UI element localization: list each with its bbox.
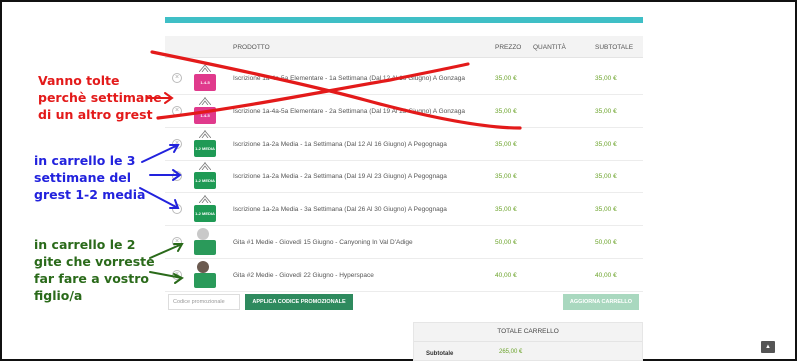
- divider: [414, 341, 642, 342]
- annotation-blue: in carrello le 3 settimane del grest 1-2…: [34, 153, 146, 202]
- remove-icon[interactable]: ×: [172, 73, 182, 83]
- tent-icon: [199, 162, 211, 170]
- remove-icon[interactable]: ×: [172, 139, 182, 149]
- column-product: PRODOTTO: [233, 44, 270, 51]
- product-name[interactable]: Iscrizione 1a-2a Media - 3a Settimana (D…: [233, 206, 447, 213]
- product-name[interactable]: Iscrizione 1a-2a Media - 1a Settimana (D…: [233, 141, 447, 148]
- cart-row: × 1-2 MEDIA Iscrizione 1a-2a Media - 3a Se…: [165, 193, 643, 226]
- product-thumbnail[interactable]: 1-2 MEDIA: [192, 130, 218, 159]
- annotation-red: Vanno tolte perchè settimane di un altro…: [38, 73, 162, 122]
- page-accent-bar: [165, 17, 643, 23]
- product-price: 40,00 €: [495, 272, 517, 279]
- column-quantity: QUANTITÀ: [533, 44, 566, 51]
- product-thumbnail[interactable]: 1-2 MEDIA: [192, 195, 218, 224]
- subtotal-value: 265,00 €: [499, 349, 523, 355]
- remove-icon[interactable]: ×: [172, 270, 182, 280]
- remove-icon[interactable]: ×: [172, 106, 182, 116]
- product-price: 35,00 €: [495, 173, 517, 180]
- product-price: 50,00 €: [495, 239, 517, 246]
- tent-icon: [199, 130, 211, 138]
- remove-icon[interactable]: ×: [172, 237, 182, 247]
- product-subtotal: 35,00 €: [595, 173, 617, 180]
- apply-coupon-button[interactable]: APPLICA CODICE PROMOZIONALE: [245, 294, 353, 310]
- trip-photo: [197, 261, 209, 273]
- product-name[interactable]: Iscrizione 1a-2a Media - 2a Settimana (D…: [233, 173, 447, 180]
- cart-row: × 1-2 MEDIA Iscrizione 1a-2a Media - 2a Se…: [165, 160, 643, 193]
- column-subtotal: SUBTOTALE: [595, 44, 634, 51]
- product-name[interactable]: Iscrizione 1a-4a-5a Elementare - 2a Sett…: [233, 108, 465, 115]
- product-price: 35,00 €: [495, 75, 517, 82]
- product-thumbnail[interactable]: 1-2 MEDIA: [192, 162, 218, 191]
- cart-row: × Gita #1 Medie - Giovedì 15 Giugno - Can…: [165, 226, 643, 259]
- tent-icon: [199, 195, 211, 203]
- trip-badge: [194, 240, 216, 255]
- product-thumbnail[interactable]: 1-4-5 ELEMENTARE: [192, 97, 221, 135]
- annotation-green: in carrello le 2 gite che vorreste far f…: [34, 237, 155, 303]
- product-price: 35,00 €: [495, 108, 517, 115]
- cart-totals-title: TOTALE CARRELLO: [497, 328, 559, 335]
- tent-icon: [199, 64, 211, 72]
- cart-row: × 1-4-5 ELEMENTARE Iscrizione 1a-4a-5a Ele…: [165, 95, 643, 135]
- product-thumbnail[interactable]: [192, 261, 218, 290]
- product-thumbnail[interactable]: 1-4-5 ELEMENTARE: [192, 64, 221, 102]
- cart-row: × 1-4-5 ELEMENTARE Iscrizione 1a-4a-5a Ele…: [165, 62, 643, 102]
- product-badge: 1-2 MEDIA: [194, 140, 216, 157]
- remove-icon[interactable]: ×: [172, 204, 182, 214]
- cart-table-header: PRODOTTO PREZZO QUANTITÀ SUBTOTALE: [165, 36, 643, 58]
- remove-icon[interactable]: ×: [172, 171, 182, 181]
- product-price: 35,00 €: [495, 206, 517, 213]
- cart-row: × 1-2 MEDIA Iscrizione 1a-2a Media - 1a Se…: [165, 128, 643, 161]
- product-subtotal: 35,00 €: [595, 206, 617, 213]
- product-subtotal: 35,00 €: [595, 75, 617, 82]
- product-badge: 1-4-5 ELEMENTARE: [194, 107, 221, 135]
- column-price: PREZZO: [495, 44, 522, 51]
- product-subtotal: 50,00 €: [595, 239, 617, 246]
- update-cart-button[interactable]: AGGIORNA CARRELLO: [563, 294, 639, 310]
- coupon-input[interactable]: Codice promozionale: [168, 294, 240, 310]
- product-name[interactable]: Gita #2 Medie - Giovedì 22 Giugno - Hype…: [233, 272, 374, 279]
- product-subtotal: 35,00 €: [595, 141, 617, 148]
- cart-row: × Gita #2 Medie - Giovedì 22 Giugno - Hyp…: [165, 259, 643, 292]
- tent-icon: [199, 97, 211, 105]
- cart-totals: TOTALE CARRELLO Subtotale 265,00 €: [413, 322, 643, 361]
- product-name[interactable]: Gita #1 Medie - Giovedì 15 Giugno - Cany…: [233, 239, 413, 246]
- product-badge: 1-2 MEDIA: [194, 205, 216, 222]
- product-badge: 1-4-5 ELEMENTARE: [194, 74, 221, 102]
- product-badge: 1-2 MEDIA: [194, 172, 216, 189]
- product-subtotal: 40,00 €: [595, 272, 617, 279]
- subtotal-label: Subtotale: [426, 351, 454, 357]
- trip-photo: [197, 228, 209, 240]
- trip-badge: [194, 273, 216, 288]
- product-subtotal: 35,00 €: [595, 108, 617, 115]
- arrow-up-icon[interactable]: ▲: [761, 341, 775, 353]
- product-price: 35,00 €: [495, 141, 517, 148]
- product-name[interactable]: Iscrizione 1a-4a-5a Elementare - 1a Sett…: [233, 75, 465, 82]
- product-thumbnail[interactable]: [192, 228, 218, 257]
